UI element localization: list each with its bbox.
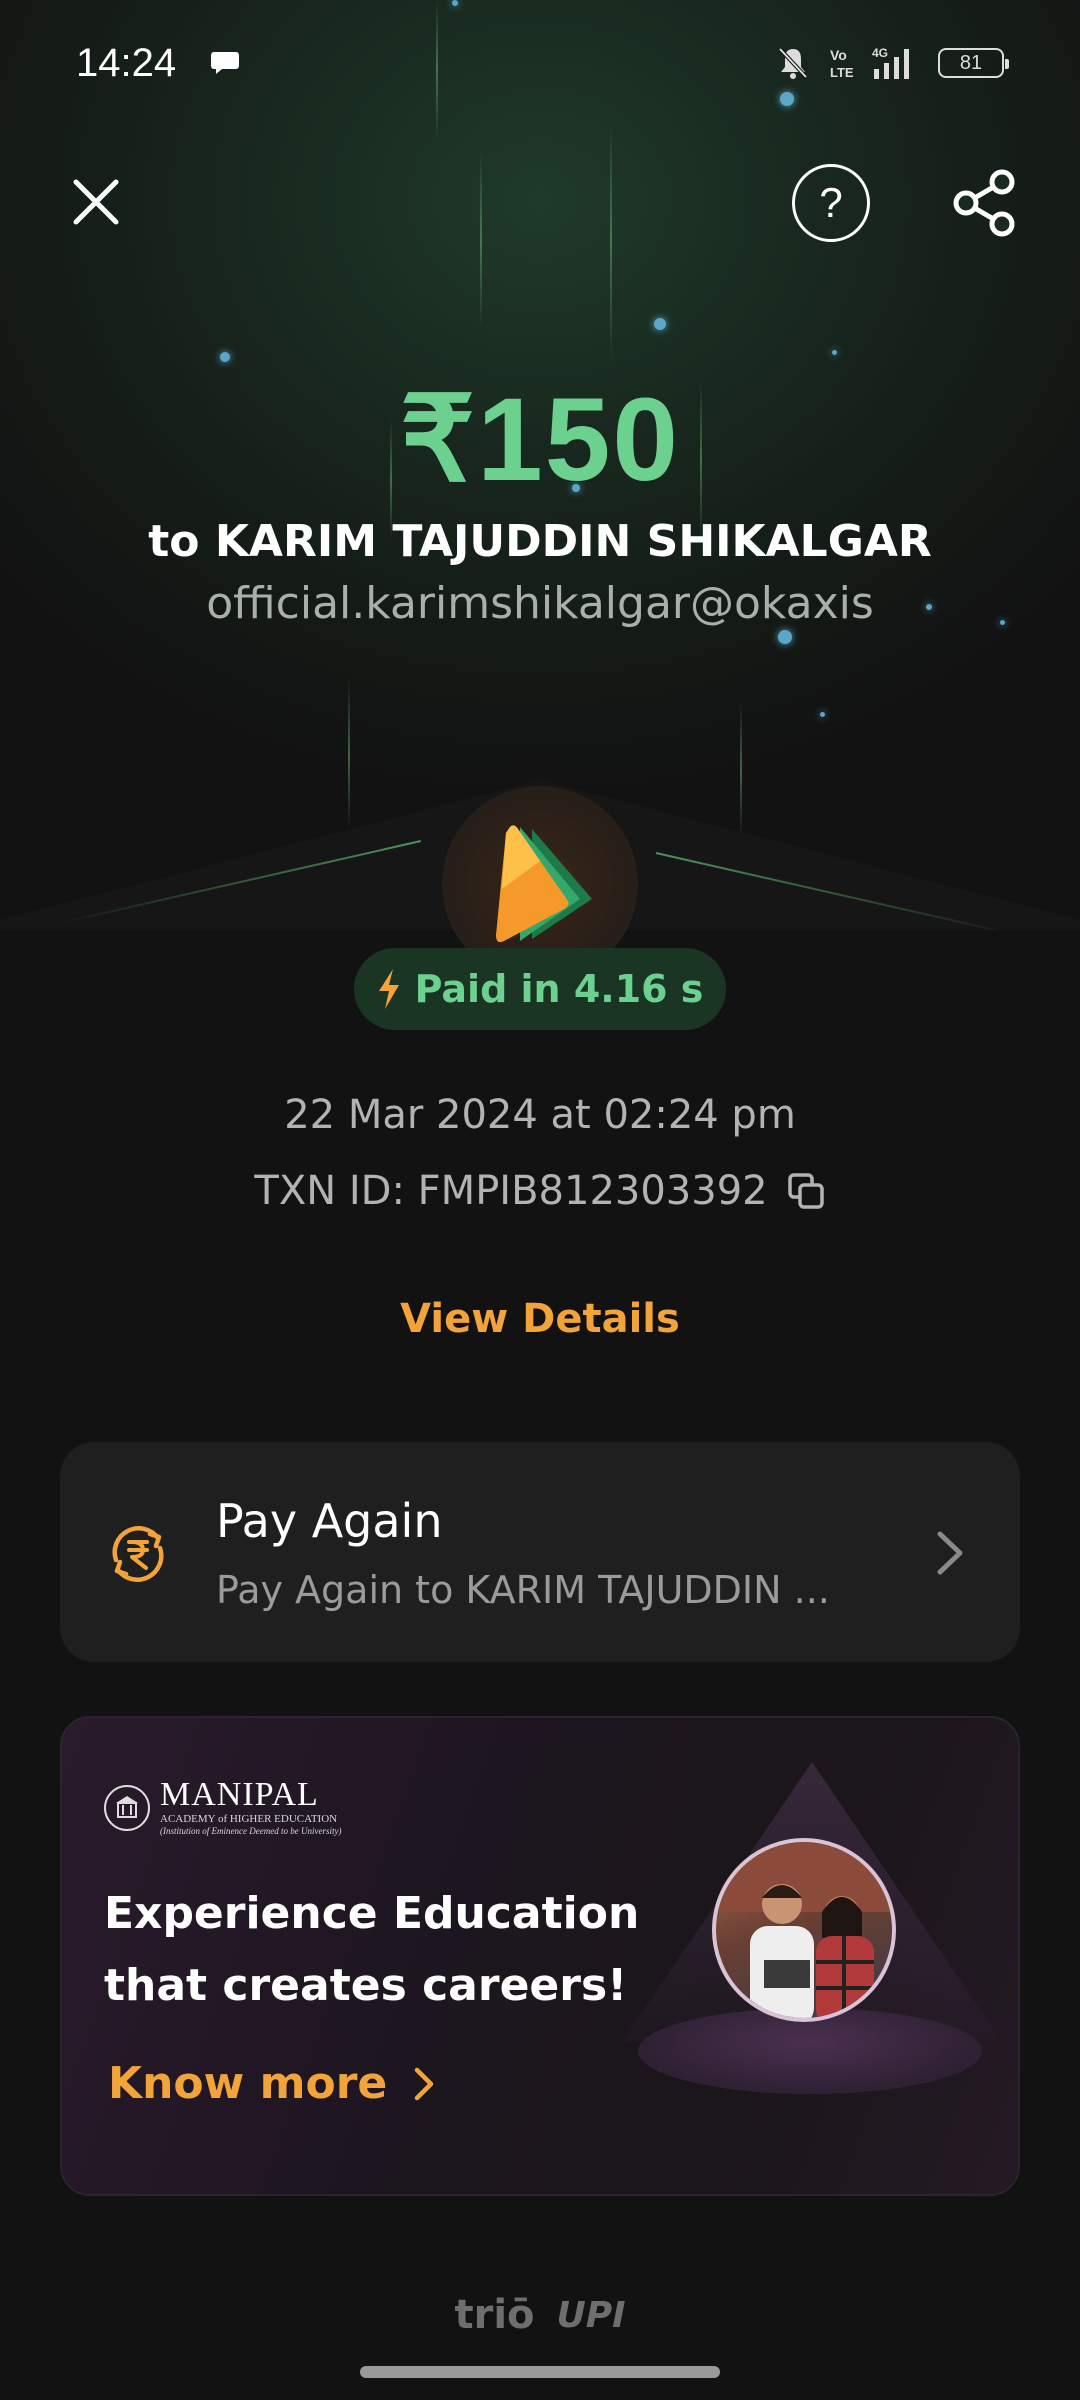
volte-icon: Vo LTE: [830, 47, 854, 80]
battery-icon: 81: [938, 48, 1009, 78]
help-label: ?: [819, 179, 843, 226]
students-photo: [712, 1838, 896, 2022]
4g-signal-icon: 4G: [872, 46, 909, 79]
svg-text:LTE: LTE: [830, 65, 854, 80]
svg-text:Vo: Vo: [830, 47, 847, 63]
paid-status-badge: Paid in 4.16 s: [354, 948, 726, 1030]
battery-level: 81: [959, 51, 983, 74]
ad-brand-name: MANIPAL: [160, 1776, 319, 1813]
rupee-refresh-icon: [112, 1526, 164, 1582]
amount: ₹150: [400, 374, 680, 506]
lightning-icon: [378, 969, 399, 1009]
view-details-link[interactable]: View Details: [0, 1296, 1080, 1342]
pay-again-card[interactable]: Pay Again Pay Again to KARIM TAJUDDIN ..…: [60, 1442, 1020, 1662]
manipal-logo: MANIPAL ACADEMY of HIGHER EDUCATION (Ins…: [104, 1778, 341, 1838]
status-time: 14:24: [76, 40, 177, 85]
pay-again-subtitle: Pay Again to KARIM TAJUDDIN ...: [216, 1568, 830, 1612]
paid-status-text: Paid in 4.16 s: [414, 967, 704, 1011]
chevron-right-icon: [414, 2067, 434, 2100]
transaction-id-row: TXN ID: FMPIB812303392: [0, 1168, 1080, 1214]
share-icon[interactable]: [950, 168, 1020, 238]
payee-upi-id: official.karimshikalgar@okaxis: [206, 578, 874, 629]
upi-logo: UPI: [556, 2294, 626, 2336]
transaction-date: 22 Mar 2024 at 02:24 pm: [284, 1092, 796, 1138]
home-indicator[interactable]: [360, 2366, 720, 2378]
copy-icon[interactable]: [786, 1171, 826, 1211]
promo-banner[interactable]: MANIPAL ACADEMY of HIGHER EDUCATION (Ins…: [60, 1716, 1020, 2196]
ad-headline-line1: Experience Education: [104, 1888, 640, 1939]
know-more-button[interactable]: Know more: [108, 2058, 435, 2109]
payee-name: to KARIM TAJUDDIN SHIKALGAR: [148, 516, 932, 567]
help-icon[interactable]: ?: [792, 164, 870, 242]
close-icon[interactable]: [70, 176, 122, 228]
ad-headline-line2: that creates careers!: [104, 1960, 628, 2011]
svg-text:4G: 4G: [872, 46, 888, 60]
manipal-emblem-icon: [104, 1784, 150, 1831]
chat-icon: [211, 52, 240, 74]
ad-brand-sub: ACADEMY of HIGHER EDUCATION: [160, 1813, 338, 1825]
trio-logo: triō: [454, 2292, 535, 2338]
ad-brand-tagline: (Institution of Eminence Deemed to be Un…: [160, 1826, 342, 1837]
pay-again-title: Pay Again: [216, 1494, 443, 1548]
mute-icon: [778, 47, 808, 79]
chevron-right-icon: [937, 1531, 963, 1575]
status-bar: 14:24 Vo LTE 4G 81: [76, 38, 1009, 88]
app-logo-icon: [496, 825, 592, 943]
ad-headline: Experience Education that creates career…: [104, 1878, 639, 2022]
footer-brands: triō UPI: [0, 2292, 1080, 2338]
know-more-label: Know more: [108, 2058, 388, 2109]
transaction-id: TXN ID: FMPIB812303392: [254, 1168, 768, 1214]
